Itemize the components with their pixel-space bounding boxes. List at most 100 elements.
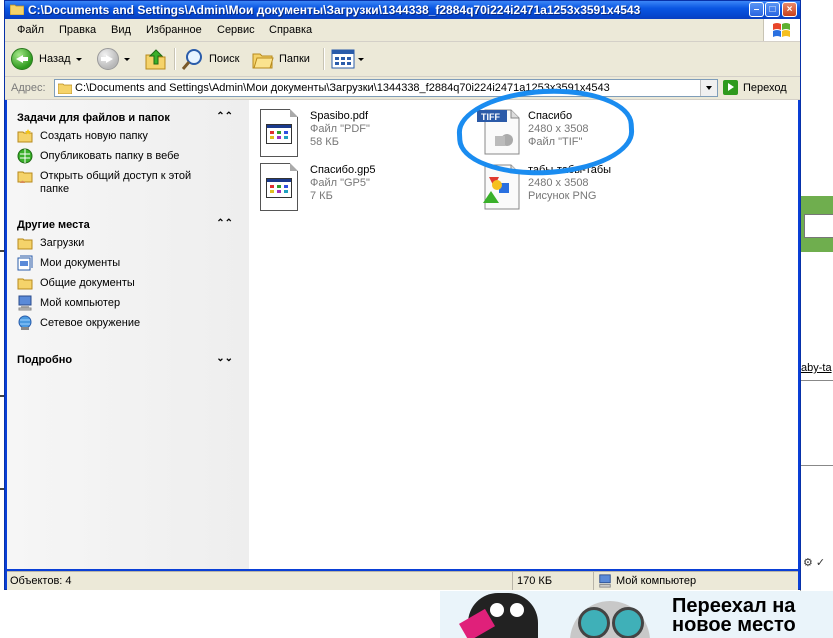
task-label: Открыть общий доступ к этой папке <box>40 170 192 195</box>
menu-tools[interactable]: Сервис <box>217 24 255 36</box>
places-group-title: Другие места <box>17 219 90 231</box>
background-tray-icons: ⚙ ✓ <box>803 557 826 569</box>
file-name: Spasibo.pdf <box>310 110 369 122</box>
place-downloads[interactable]: Загрузки <box>17 235 239 255</box>
search-icon <box>181 49 202 70</box>
chevron-down-icon <box>706 86 712 90</box>
collapse-icon[interactable]: ⌃⌃ <box>216 218 233 229</box>
menu-help[interactable]: Справка <box>269 24 312 36</box>
task-share-folder[interactable]: Открыть общий доступ к этой папке <box>17 168 239 198</box>
back-arrow-icon <box>11 48 33 70</box>
folders-button[interactable]: Папки <box>251 47 310 71</box>
views-grid-icon <box>331 49 355 69</box>
cartoon-eye <box>490 603 504 617</box>
place-label: Мой компьютер <box>40 297 121 309</box>
up-folder-icon <box>145 49 166 70</box>
document-icon <box>260 163 298 211</box>
search-label: Поиск <box>209 53 240 65</box>
banner-cartoon-character <box>459 593 538 638</box>
up-folder-button[interactable] <box>144 47 168 71</box>
place-shared-documents[interactable]: Общие документы <box>17 275 239 295</box>
title-bar[interactable]: C:\Documents and Settings\Admin\Мои доку… <box>5 1 800 19</box>
place-network[interactable]: Сетевое окружение <box>17 315 239 335</box>
content-area: Задачи для файлов и папок ⌃⌃ Создать нов… <box>7 100 798 569</box>
expand-icon[interactable]: ⌄⌄ <box>216 353 233 364</box>
menu-file[interactable]: Файл <box>17 24 44 36</box>
banner-ribbon <box>459 608 495 638</box>
task-pane: Задачи для файлов и папок ⌃⌃ Создать нов… <box>7 100 249 569</box>
forward-arrow-icon <box>97 48 119 70</box>
explorer-window: C:\Documents and Settings\Admin\Мои доку… <box>4 0 801 590</box>
go-button[interactable]: Переход <box>723 80 787 95</box>
file-size: 58 КБ <box>310 136 339 148</box>
document-icon <box>260 109 298 157</box>
place-label: Мои документы <box>40 257 121 269</box>
status-location-cell: Мой компьютер <box>594 572 796 590</box>
collapse-icon[interactable]: ⌃⌃ <box>216 111 233 122</box>
windows-flag-icon <box>773 23 790 37</box>
status-object-count: Объектов: 4 <box>10 575 72 587</box>
file-item-spasibo-gp5[interactable] <box>260 163 298 211</box>
globe-icon <box>17 148 33 164</box>
views-dropdown-icon[interactable] <box>358 57 364 61</box>
status-objects-cell: Объектов: 4 <box>7 572 513 590</box>
status-bar: Объектов: 4 170 КБ Мой компьютер <box>7 571 798 590</box>
place-label: Загрузки <box>40 237 85 249</box>
task-new-folder[interactable]: Создать новую папку <box>17 128 239 148</box>
tasks-group: Задачи для файлов и папок ⌃⌃ Создать нов… <box>17 108 239 198</box>
places-group-header[interactable]: Другие места ⌃⌃ <box>17 215 239 235</box>
details-group-header[interactable]: Подробно ⌄⌄ <box>17 350 239 370</box>
back-dropdown-icon[interactable] <box>75 57 82 61</box>
file-item-spasibo-pdf[interactable] <box>260 109 298 157</box>
task-label: Создать новую папку <box>40 130 148 142</box>
place-label: Сетевое окружение <box>40 317 141 329</box>
image-dimensions: 2480 x 3508 <box>528 177 589 189</box>
maximize-button[interactable]: □ <box>765 2 780 17</box>
forward-button[interactable] <box>97 47 130 71</box>
status-size-cell: 170 КБ <box>513 572 594 590</box>
close-button[interactable]: × <box>782 2 797 17</box>
computer-icon <box>599 574 611 588</box>
banner-cartoon-goggles <box>570 601 650 638</box>
menu-bar: Файл Правка Вид Избранное Сервис Справка <box>5 19 800 42</box>
tasks-group-header[interactable]: Задачи для файлов и папок ⌃⌃ <box>17 108 239 128</box>
goggle-lens <box>578 607 610 638</box>
toolbar: Назад Поиск Папки <box>5 42 800 77</box>
background-green-header <box>800 196 833 252</box>
network-globe-icon <box>17 315 33 331</box>
back-button[interactable]: Назад <box>11 47 82 71</box>
address-input[interactable]: C:\Documents and Settings\Admin\Мои доку… <box>54 79 718 97</box>
views-button[interactable] <box>331 47 364 71</box>
window-title: C:\Documents and Settings\Admin\Мои доку… <box>28 3 641 17</box>
new-folder-icon <box>17 128 33 144</box>
menu-favorites[interactable]: Избранное <box>146 24 202 36</box>
places-group: Другие места ⌃⌃ Загрузки Мои документы О… <box>17 215 239 335</box>
background-link[interactable]: aby-ta <box>801 362 833 374</box>
minimize-button[interactable]: – <box>749 2 764 17</box>
address-bar: Адрес: C:\Documents and Settings\Admin\М… <box>5 77 800 100</box>
status-location: Мой компьютер <box>616 575 697 587</box>
computer-icon <box>17 295 33 311</box>
cartoon-eye <box>510 603 524 617</box>
background-banner[interactable]: Переехал на новое место <box>440 591 833 638</box>
place-my-computer[interactable]: Мой компьютер <box>17 295 239 315</box>
details-group: Подробно ⌄⌄ <box>17 350 239 370</box>
file-name: Спасибо.gp5 <box>310 164 376 176</box>
task-publish-web[interactable]: Опубликовать папку в вебе <box>17 148 239 168</box>
file-type: Файл "PDF" <box>310 123 370 135</box>
file-size: 7 КБ <box>310 190 333 202</box>
toolbar-separator <box>174 48 176 70</box>
address-path: C:\Documents and Settings\Admin\Мои доку… <box>75 82 610 94</box>
details-group-title: Подробно <box>17 354 73 366</box>
share-folder-icon <box>17 168 33 184</box>
windows-logo <box>763 19 800 41</box>
menu-view[interactable]: Вид <box>111 24 131 36</box>
menu-edit[interactable]: Правка <box>59 24 96 36</box>
place-my-documents[interactable]: Мои документы <box>17 255 239 275</box>
address-dropdown-button[interactable] <box>700 80 717 96</box>
file-type: Рисунок PNG <box>528 190 597 202</box>
background-search-box <box>804 214 833 238</box>
forward-dropdown-icon[interactable] <box>124 57 130 61</box>
folders-label: Папки <box>279 53 310 65</box>
search-button[interactable]: Поиск <box>181 47 239 71</box>
